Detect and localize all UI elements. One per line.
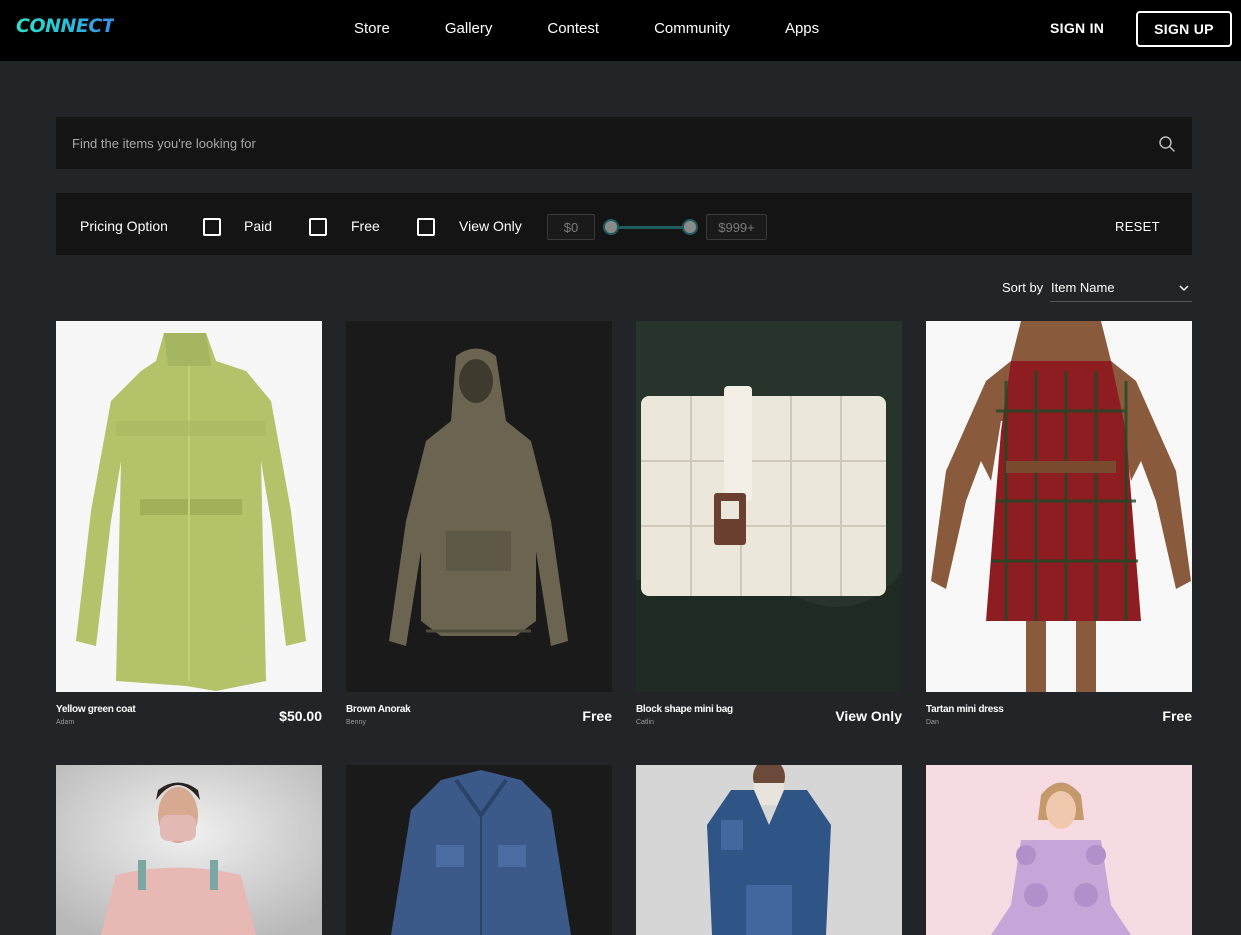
view-only-checkbox[interactable] bbox=[417, 218, 435, 236]
item-price: $50.00 bbox=[279, 708, 322, 724]
nav-apps[interactable]: Apps bbox=[785, 20, 819, 37]
search-icon[interactable] bbox=[1158, 135, 1176, 153]
sign-in-button[interactable]: SIGN IN bbox=[1050, 20, 1104, 36]
nav-community[interactable]: Community bbox=[654, 20, 730, 37]
nav-contest[interactable]: Contest bbox=[547, 20, 599, 37]
view-only-label[interactable]: View Only bbox=[459, 218, 522, 234]
item-title[interactable]: Yellow green coat bbox=[56, 704, 136, 715]
product-image[interactable] bbox=[926, 765, 1192, 935]
min-price-input[interactable]: $0 bbox=[547, 214, 595, 240]
item-price: View Only bbox=[835, 708, 902, 724]
main-nav: Store Gallery Contest Community Apps bbox=[354, 20, 874, 37]
product-image[interactable] bbox=[346, 321, 612, 692]
item-title[interactable]: Tartan mini dress bbox=[926, 704, 1004, 715]
item-title[interactable]: Block shape mini bag bbox=[636, 704, 733, 715]
nav-store[interactable]: Store bbox=[354, 20, 390, 37]
product-image[interactable] bbox=[636, 765, 902, 935]
item-author[interactable]: Dan bbox=[926, 719, 939, 726]
price-slider-min-handle[interactable] bbox=[603, 219, 619, 235]
filter-bar: Pricing Option Paid Free View Only $0 $9… bbox=[56, 193, 1192, 255]
free-label[interactable]: Free bbox=[351, 218, 380, 234]
price-slider-track[interactable] bbox=[612, 226, 690, 229]
nav-gallery[interactable]: Gallery bbox=[445, 20, 493, 37]
connect-logo[interactable]: CONNECT bbox=[16, 14, 115, 38]
product-image[interactable] bbox=[926, 321, 1192, 692]
price-slider-max-handle[interactable] bbox=[682, 219, 698, 235]
product-image[interactable] bbox=[346, 765, 612, 935]
reset-button[interactable]: RESET bbox=[1115, 219, 1160, 234]
paid-label[interactable]: Paid bbox=[244, 218, 272, 234]
max-price-input[interactable]: $999+ bbox=[706, 214, 767, 240]
item-title[interactable]: Brown Anorak bbox=[346, 704, 411, 715]
product-image[interactable] bbox=[56, 765, 322, 935]
item-price: Free bbox=[582, 708, 612, 724]
free-checkbox[interactable] bbox=[309, 218, 327, 236]
sign-up-button[interactable]: SIGN UP bbox=[1136, 11, 1232, 47]
logo-text: CONNECT bbox=[16, 15, 115, 37]
item-author[interactable]: Catlin bbox=[636, 719, 654, 726]
item-author[interactable]: Adam bbox=[56, 719, 74, 726]
search-input[interactable] bbox=[56, 117, 1136, 169]
product-image[interactable] bbox=[636, 321, 902, 692]
sort-label: Sort by bbox=[1002, 280, 1044, 295]
paid-checkbox[interactable] bbox=[203, 218, 221, 236]
item-price: Free bbox=[1162, 708, 1192, 724]
item-author[interactable]: Benny bbox=[346, 719, 366, 726]
sort-dropdown[interactable]: Item Name bbox=[1050, 276, 1192, 302]
chevron-down-icon bbox=[1179, 285, 1189, 292]
search-bar bbox=[56, 117, 1192, 169]
pricing-option-label: Pricing Option bbox=[80, 218, 168, 234]
sort-value: Item Name bbox=[1051, 280, 1115, 295]
top-header: CONNECT Store Gallery Contest Community … bbox=[0, 0, 1241, 61]
product-image[interactable] bbox=[56, 321, 322, 692]
